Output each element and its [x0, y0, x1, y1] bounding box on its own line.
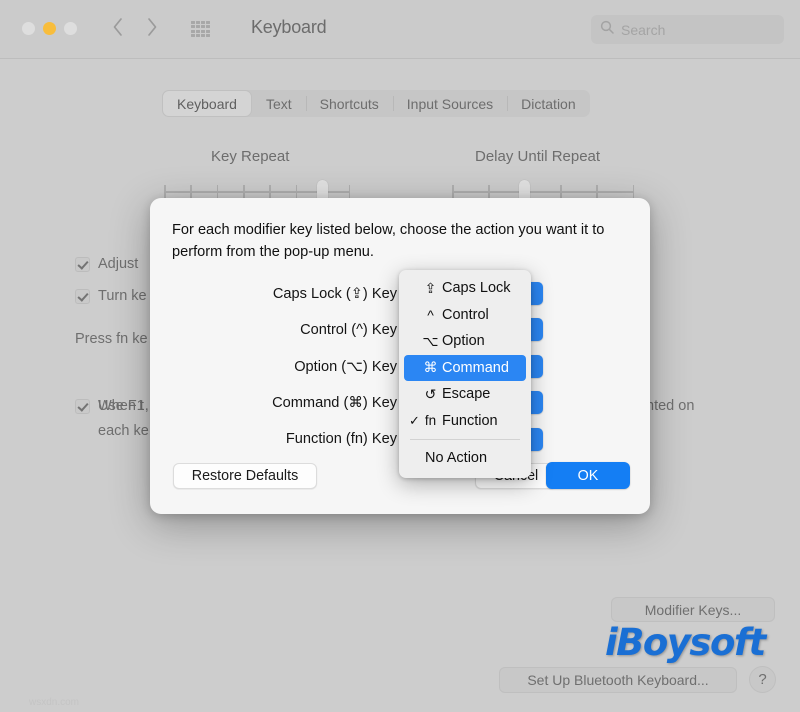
- close-button[interactable]: [22, 22, 35, 35]
- option-label: Option (⌥) Key: [294, 358, 397, 375]
- ok-button[interactable]: OK: [546, 462, 630, 489]
- tab-input-sources[interactable]: Input Sources: [392, 90, 507, 117]
- restore-defaults-button[interactable]: Restore Defaults: [173, 463, 317, 489]
- page-title: Keyboard: [251, 17, 327, 37]
- navigation-buttons: [112, 16, 158, 38]
- menu-item-caps-lock-label: Caps Lock: [442, 280, 511, 297]
- menu-item-no-action[interactable]: No Action: [399, 445, 531, 472]
- tab-dictation[interactable]: Dictation: [507, 90, 589, 117]
- search-field[interactable]: Search: [591, 15, 784, 44]
- use-f1-description-line1: When t: [98, 398, 144, 414]
- menu-item-escape[interactable]: ↺ Escape: [399, 381, 531, 408]
- site-watermark: wsxdn.com: [29, 697, 80, 708]
- show-all-icon[interactable]: [191, 21, 210, 37]
- menu-separator: [410, 439, 520, 440]
- use-f1-description-line2: each ke: [98, 423, 149, 439]
- press-fn-text: Press fn ke: [75, 331, 148, 347]
- function-label: Function (fn) Key: [285, 431, 397, 448]
- checkbox-row-adjust[interactable]: Adjust: [75, 256, 138, 272]
- turn-label: Turn ke: [98, 288, 147, 304]
- preferences-window: Keyboard Search Keyboard Text Shortcuts …: [0, 0, 800, 712]
- command-label: Command (⌘) Key: [272, 395, 397, 412]
- delay-ticks: [452, 185, 634, 198]
- menu-item-no-action-label: No Action: [425, 450, 488, 467]
- maximize-button[interactable]: [64, 22, 77, 35]
- option-glyph-icon: ⌥: [422, 332, 439, 349]
- escape-glyph-icon: ↺: [424, 385, 437, 402]
- tab-shortcuts[interactable]: Shortcuts: [305, 90, 393, 117]
- set-up-bluetooth-keyboard-button[interactable]: Set Up Bluetooth Keyboard...: [499, 667, 737, 693]
- use-f1-description-right-fragment: nted on: [646, 398, 695, 414]
- control-glyph-icon: ^: [427, 306, 434, 323]
- function-glyph-icon: fn: [424, 413, 437, 429]
- command-glyph-icon: ⌘: [423, 359, 438, 376]
- menu-item-function-label: Function: [442, 412, 498, 429]
- caps-lock-label: Caps Lock (⇪) Key: [272, 285, 397, 302]
- menu-item-control-label: Control: [442, 306, 489, 323]
- search-icon: [600, 20, 614, 39]
- minimize-button[interactable]: [43, 22, 56, 35]
- turn-checkbox[interactable]: [75, 288, 90, 304]
- menu-item-function[interactable]: ✓ fn Function: [399, 408, 531, 435]
- key-repeat-label: Key Repeat: [211, 148, 290, 165]
- tab-keyboard[interactable]: Keyboard: [162, 90, 252, 117]
- traffic-lights: [22, 22, 77, 35]
- back-icon[interactable]: [112, 16, 124, 38]
- caps-lock-glyph-icon: ⇪: [424, 279, 437, 296]
- help-button[interactable]: ?: [749, 666, 776, 693]
- dialog-instructions: For each modifier key listed below, choo…: [172, 222, 605, 260]
- tab-bar: Keyboard Text Shortcuts Input Sources Di…: [162, 90, 590, 117]
- title-bar: Keyboard Search: [0, 0, 800, 59]
- control-label: Control (^) Key: [300, 321, 397, 338]
- menu-item-escape-label: Escape: [442, 386, 491, 403]
- adjust-label: Adjust: [98, 256, 139, 272]
- use-f1-checkbox[interactable]: [75, 398, 90, 414]
- function-checkmark: ✓: [409, 412, 420, 428]
- menu-item-option-label: Option: [442, 333, 485, 350]
- adjust-checkbox[interactable]: [75, 256, 90, 272]
- modifier-keys-button[interactable]: Modifier Keys...: [611, 597, 775, 622]
- delay-until-repeat-label: Delay Until Repeat: [475, 148, 601, 165]
- search-placeholder: Search: [621, 21, 666, 38]
- tab-text[interactable]: Text: [252, 90, 306, 117]
- modifier-action-menu: ⇪ Caps Lock ^ Control ⌥ Option ⌘ Command…: [399, 270, 531, 478]
- menu-item-option[interactable]: ⌥ Option: [399, 328, 531, 355]
- checkbox-row-turn[interactable]: Turn ke: [75, 288, 147, 304]
- menu-item-control[interactable]: ^ Control: [399, 302, 531, 329]
- menu-item-command[interactable]: ⌘ Command: [404, 354, 526, 381]
- forward-icon[interactable]: [146, 16, 158, 38]
- iboysoft-watermark: iBoysoft: [605, 621, 766, 664]
- menu-item-command-label: Command: [442, 359, 509, 376]
- menu-item-caps-lock[interactable]: ⇪ Caps Lock: [399, 275, 531, 302]
